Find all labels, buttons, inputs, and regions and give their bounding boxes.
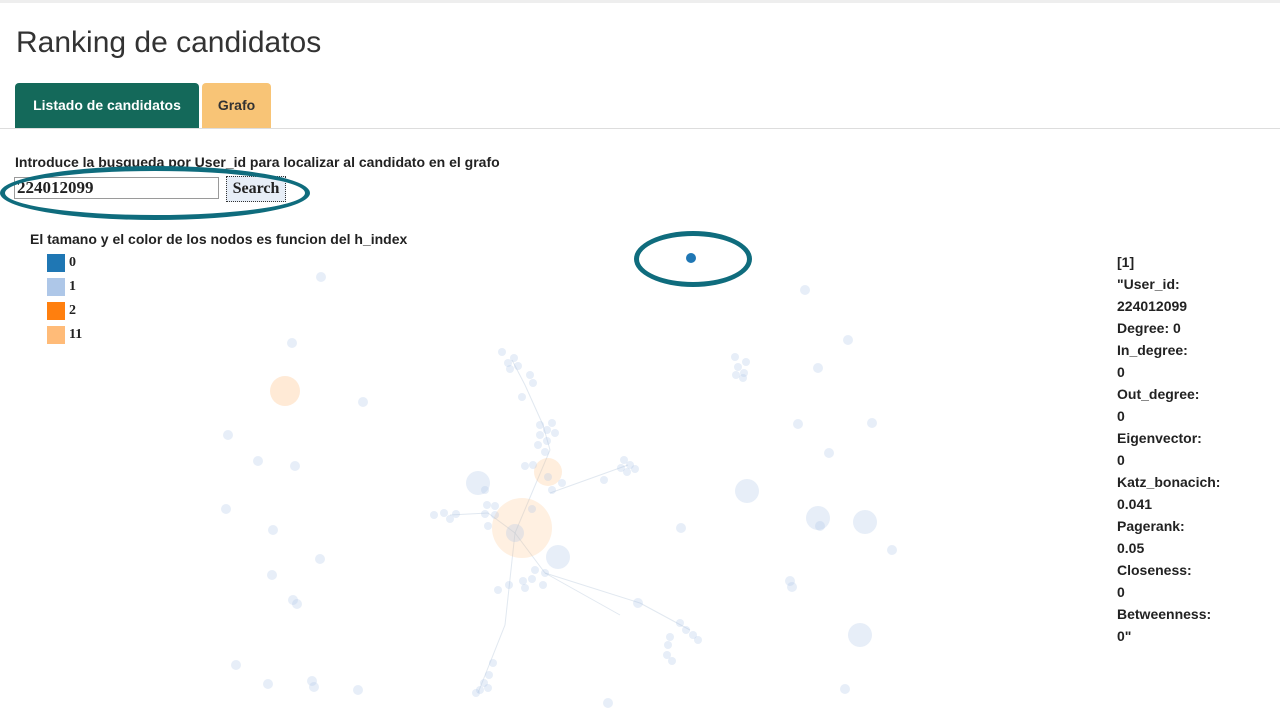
info-line: 0 (1117, 452, 1125, 468)
page-title: Ranking de candidatos (16, 26, 322, 59)
info-line: 0" (1117, 628, 1132, 644)
info-line: 0.05 (1117, 540, 1145, 556)
info-line: Closeness: (1117, 562, 1192, 578)
user-id-search-input[interactable] (14, 177, 219, 199)
search-instructions: Introduce la busqueda por User_id para l… (15, 154, 500, 170)
info-line: [1] (1117, 254, 1135, 270)
info-line: 0.041 (1117, 496, 1153, 512)
tab-divider (0, 128, 1280, 129)
info-line: Out_degree: (1117, 386, 1200, 402)
network-graph[interactable] (0, 215, 1100, 720)
info-line: Pagerank: (1117, 518, 1185, 534)
info-line: Degree: 0 (1117, 320, 1181, 336)
info-line: "User_id: (1117, 276, 1180, 292)
node-info-panel: [1] "User_id: 224012099 Degree: 0 In_deg… (1117, 251, 1267, 647)
search-button[interactable]: Search (226, 176, 286, 202)
info-line: 224012099 (1117, 298, 1188, 314)
info-line: 0 (1117, 584, 1125, 600)
info-line: In_degree: (1117, 342, 1188, 358)
tab-grafo[interactable]: Grafo (202, 83, 271, 128)
tab-listado-de-candidatos[interactable]: Listado de candidatos (15, 83, 199, 128)
info-line: Eigenvector: (1117, 430, 1202, 446)
top-border (0, 0, 1280, 3)
highlighted-candidate-node[interactable] (686, 253, 696, 263)
info-line: Betweenness: (1117, 606, 1212, 622)
info-line: Katz_bonacich: (1117, 474, 1221, 490)
info-line: 0 (1117, 408, 1125, 424)
info-line: 0 (1117, 364, 1125, 380)
